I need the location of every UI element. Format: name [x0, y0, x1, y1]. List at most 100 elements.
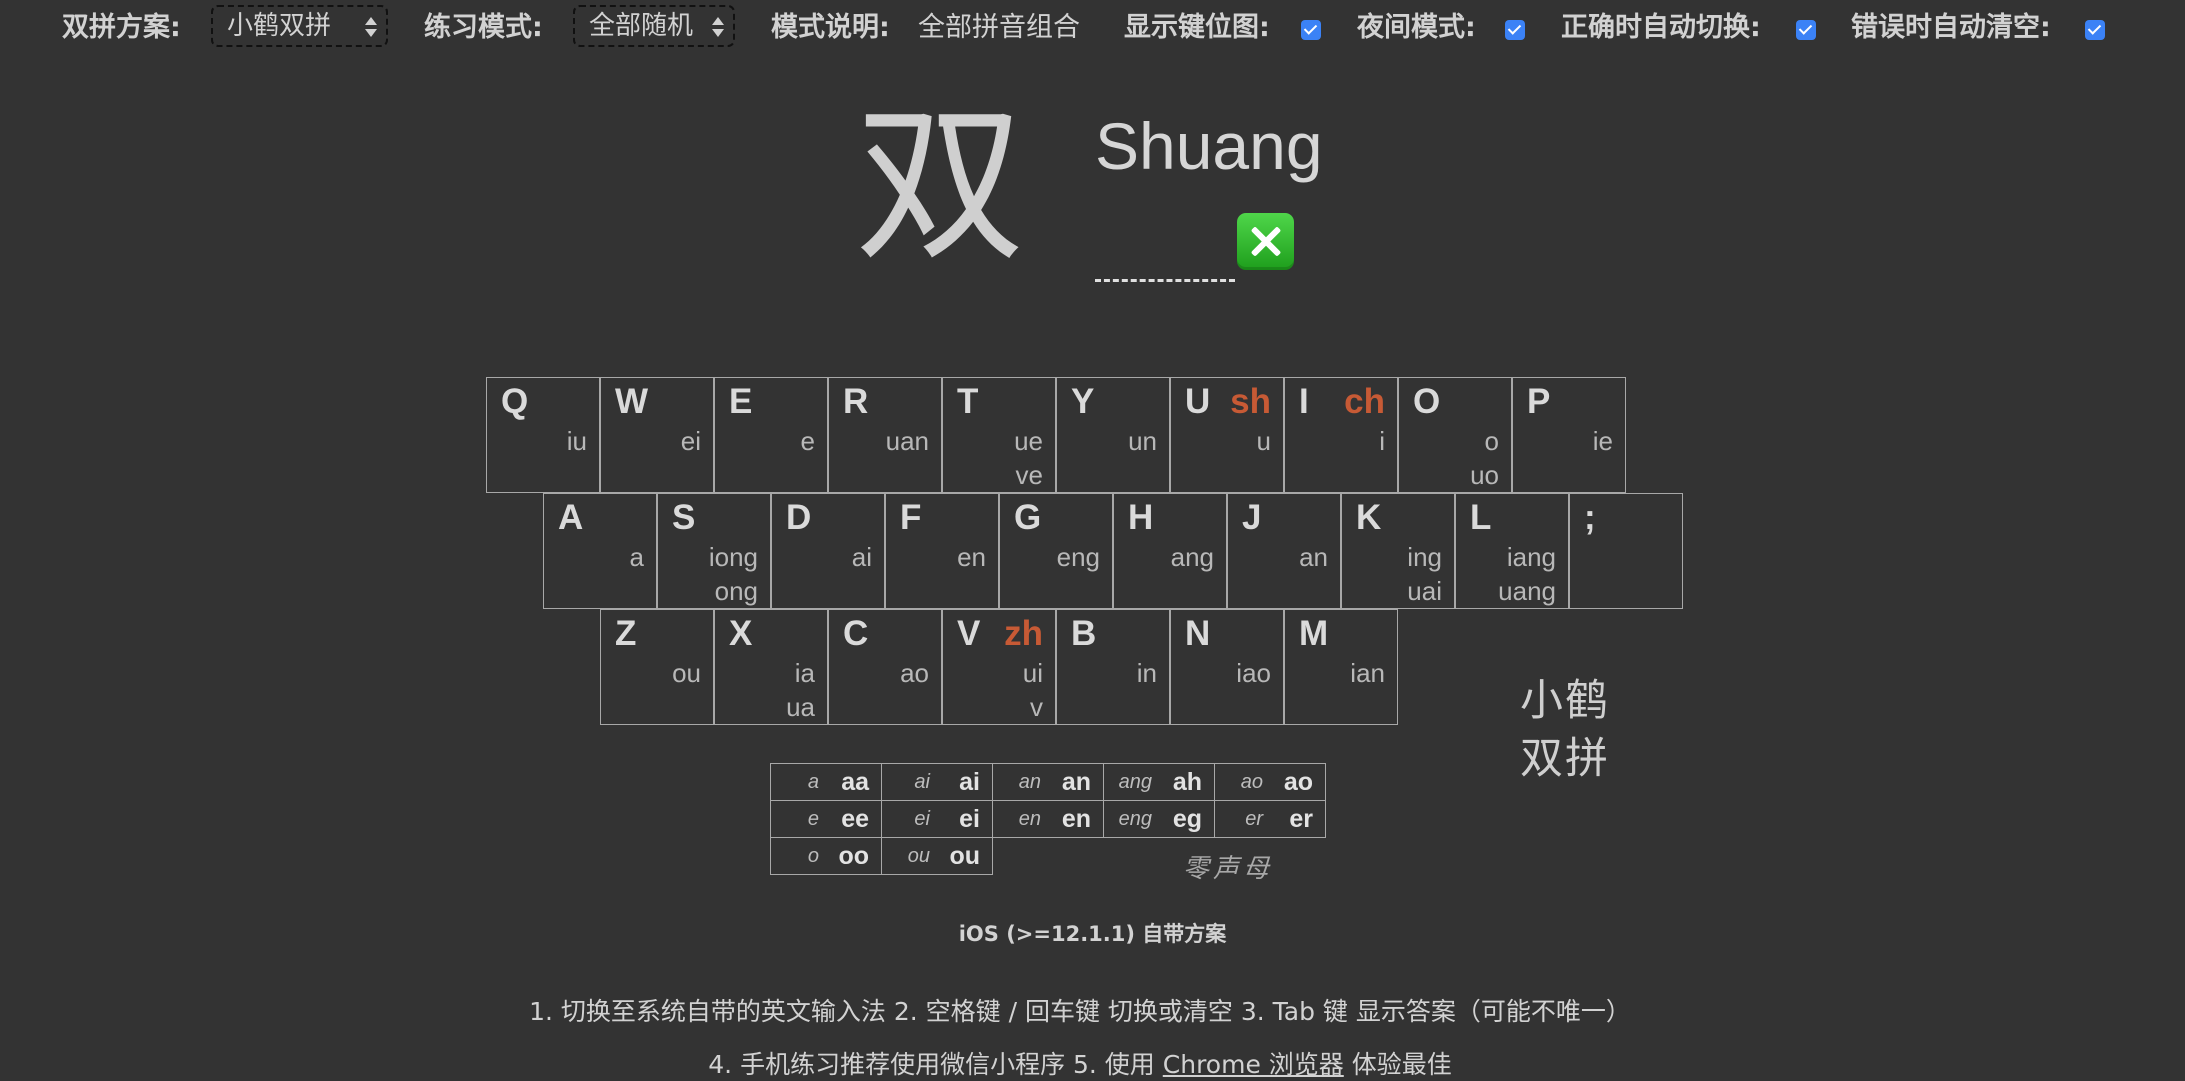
key-e: Ee: [714, 377, 828, 493]
key-letter: B: [1071, 614, 1097, 653]
key-vowels: ai: [851, 542, 872, 572]
syllable: ao: [1240, 771, 1263, 793]
zero-initial-cell: o oo: [770, 837, 882, 875]
auto-clear-label: 错误时自动清空:: [1851, 12, 2051, 43]
key-n: Niao: [1170, 609, 1284, 725]
settings-bar: 双拼方案: 小鹤双拼 练习模式: 全部随机 模式说明: 全部拼音组合 显示键位图…: [0, 0, 2185, 58]
key-vowels: ei: [680, 426, 701, 456]
key-o: Oo uo: [1398, 377, 1512, 493]
key-sequence: ai: [959, 768, 980, 796]
key-vowels: ie: [1592, 426, 1613, 456]
key-r: Ruan: [828, 377, 942, 493]
syllable: ou: [907, 845, 930, 867]
zero-initial-cell: an an: [992, 763, 1104, 801]
mode-desc-label: 模式说明:: [771, 12, 890, 43]
key-a: Aa: [543, 493, 657, 609]
key-vowels: iu: [566, 426, 587, 456]
target-pinyin: Shuang: [1095, 109, 1323, 183]
key-vowels: ou: [672, 658, 701, 688]
key-vowels: uan: [885, 426, 929, 456]
auto-clear-checkbox[interactable]: [2085, 20, 2105, 40]
scheme-label: 双拼方案:: [62, 12, 181, 43]
zero-initial-cell: ang ah: [1103, 763, 1215, 801]
key-z: Zou: [600, 609, 714, 725]
key-vowels: iong ong: [708, 542, 758, 606]
key-g: Geng: [999, 493, 1113, 609]
key-vowels: i: [1379, 426, 1385, 456]
key-j: Jan: [1227, 493, 1341, 609]
key-letter: V: [957, 614, 981, 653]
key-sequence: ao: [1283, 768, 1313, 796]
key-letter: M: [1299, 614, 1329, 653]
key-sequence: ou: [949, 842, 980, 870]
key-t: Tue ve: [942, 377, 1056, 493]
key-letter: E: [729, 382, 753, 421]
show-keymap-checkbox[interactable]: [1301, 20, 1321, 40]
key-vowels: e: [800, 426, 815, 456]
chrome-browser-link[interactable]: Chrome 浏览器: [1163, 1050, 1344, 1079]
help-line-2: 4. 手机练习推荐使用微信小程序 5. 使用 Chrome 浏览器 体验最佳: [0, 1045, 2160, 1081]
key-v: Vzh ui v: [942, 609, 1056, 725]
zero-initial-cell: eng eg: [1103, 800, 1215, 838]
zero-initial-row: a aa ai ai an an ang ah ao ao: [770, 763, 1326, 801]
key-vowels: ue ve: [1014, 426, 1043, 490]
zero-initial-cell: er er: [1214, 800, 1326, 838]
key-letter: J: [1242, 498, 1262, 537]
help-line-2-prefix: 4. 手机练习推荐使用微信小程序 5. 使用: [708, 1050, 1163, 1079]
key-sequence: ee: [841, 805, 869, 833]
syllable: o: [807, 845, 819, 867]
key-consonant: ch: [1344, 382, 1385, 421]
zero-initial-label: 零声母: [1183, 854, 1274, 884]
key-vowels: in: [1136, 658, 1157, 688]
key-sequence: ah: [1172, 768, 1202, 796]
syllable: an: [1018, 771, 1041, 793]
key-letter: Z: [615, 614, 637, 653]
mode-select-value: 全部随机: [589, 11, 694, 41]
select-arrows-icon: [711, 13, 725, 41]
zero-initial-cell: e ee: [770, 800, 882, 838]
key-letter: K: [1356, 498, 1382, 537]
key-sequence: er: [1289, 805, 1313, 833]
key-p: Pie: [1512, 377, 1626, 493]
key-letter: U: [1185, 382, 1211, 421]
zero-initial-cell: a aa: [770, 763, 882, 801]
scheme-note: iOS (>=12.1.1) 自带方案: [958, 922, 1227, 946]
key-vowels: ang: [1170, 542, 1214, 572]
key-letter: O: [1413, 382, 1441, 421]
target-hanzi: 双: [855, 87, 1026, 285]
key-vowels: en: [957, 542, 986, 572]
syllable: er: [1245, 808, 1263, 830]
key-y: Yun: [1056, 377, 1170, 493]
syllable: a: [807, 771, 819, 793]
answer-input[interactable]: [1095, 236, 1235, 282]
key-letter: Q: [501, 382, 529, 421]
mode-select[interactable]: 全部随机: [573, 5, 735, 47]
key-letter: A: [558, 498, 584, 537]
key-letter: X: [729, 614, 753, 653]
night-mode-checkbox[interactable]: [1505, 20, 1525, 40]
zero-initial-cell: ai ai: [881, 763, 993, 801]
key-vowels: ao: [900, 658, 929, 688]
key-b: Bin: [1056, 609, 1170, 725]
key-f: Fen: [885, 493, 999, 609]
syllable: ai: [914, 771, 930, 793]
key-letter: I: [1299, 382, 1309, 421]
key-vowels: ing uai: [1407, 542, 1442, 606]
key-i: Ich i: [1284, 377, 1398, 493]
key-w: Wei: [600, 377, 714, 493]
key-letter: R: [843, 382, 869, 421]
scheme-select[interactable]: 小鹤双拼: [211, 5, 388, 47]
key-sequence: aa: [841, 768, 869, 796]
key-letter: D: [786, 498, 812, 537]
syllable: en: [1018, 808, 1041, 830]
syllable: ei: [914, 808, 930, 830]
zero-initial-cell: en en: [992, 800, 1104, 838]
key-letter: G: [1014, 498, 1042, 537]
syllable: ang: [1118, 771, 1152, 793]
key-h: Hang: [1113, 493, 1227, 609]
key-vowels: u: [1256, 426, 1271, 456]
key-sequence: oo: [838, 842, 869, 870]
auto-switch-checkbox[interactable]: [1796, 20, 1816, 40]
empty-cell: [993, 838, 1104, 875]
syllable: eng: [1118, 808, 1152, 830]
